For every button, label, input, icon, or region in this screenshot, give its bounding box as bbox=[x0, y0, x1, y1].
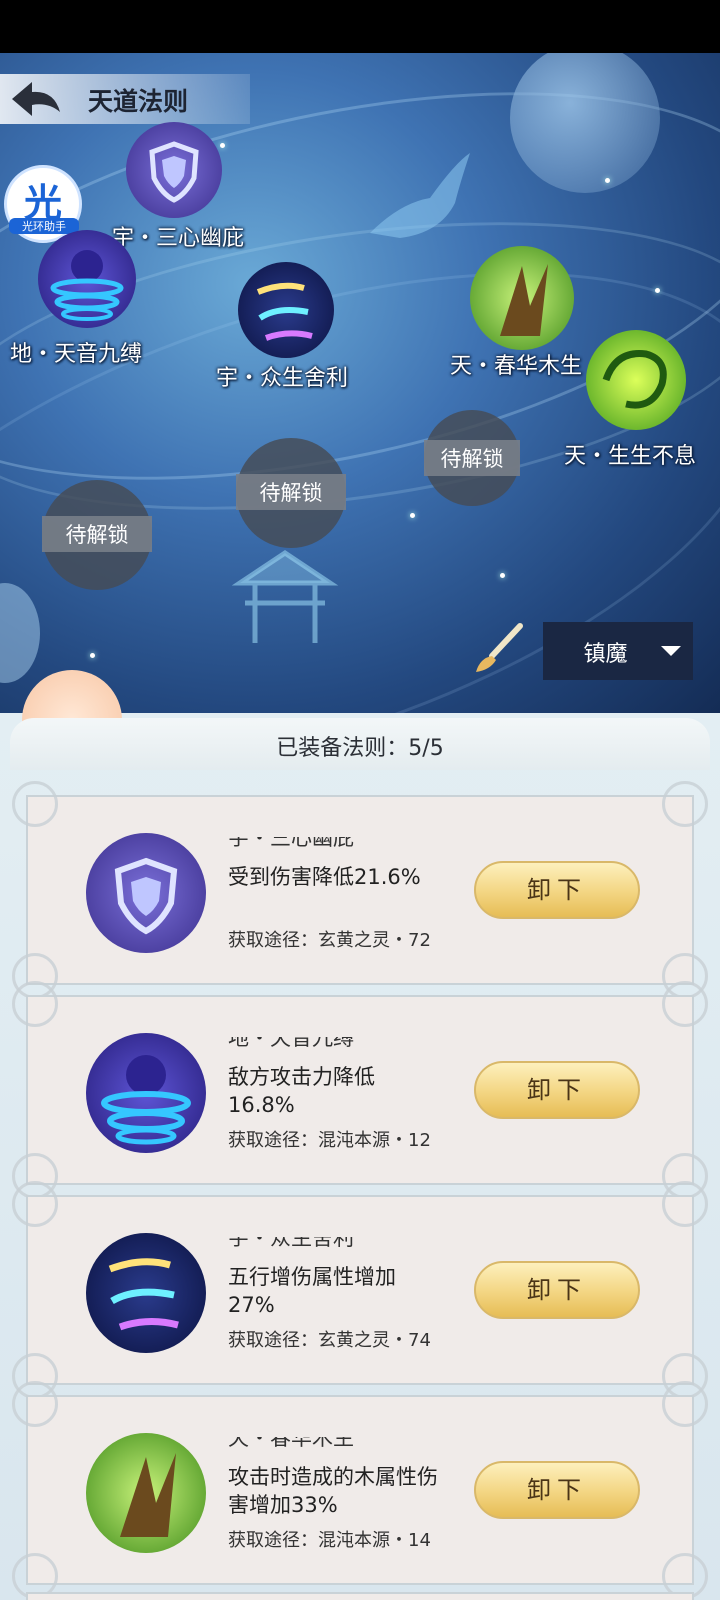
node-label: 天・春华木生 bbox=[450, 354, 583, 379]
status-bar bbox=[0, 0, 720, 53]
law-source: 获取途径：混沌本源・14 bbox=[228, 1530, 431, 1551]
node-shengsheng-buxi[interactable] bbox=[586, 330, 686, 430]
node-sanxin-youbi[interactable] bbox=[126, 122, 222, 218]
locked-node[interactable]: 待解锁 bbox=[236, 438, 346, 548]
node-zhongsheng-sheli[interactable] bbox=[238, 262, 334, 358]
node-chunhua-musheng[interactable] bbox=[470, 246, 574, 350]
locked-node[interactable]: 待解锁 bbox=[424, 410, 520, 506]
whale-silhouette-icon bbox=[370, 153, 470, 238]
comet-orb-icon bbox=[86, 1233, 206, 1353]
equipped-count: 已装备法则：5/5 bbox=[276, 736, 444, 761]
law-card: 地・天音九缚 敌方攻击力降低16.8% 获取途径：混沌本源・12 卸下 bbox=[12, 981, 708, 1199]
back-arrow-icon bbox=[12, 82, 60, 116]
law-description: 敌方攻击力降低16.8% bbox=[228, 1065, 375, 1117]
filter-selected-value: 镇魔 bbox=[583, 642, 628, 667]
locked-label: 待解锁 bbox=[42, 516, 152, 552]
brush-icon bbox=[476, 623, 523, 672]
shield-icon bbox=[149, 141, 199, 203]
law-source: 获取途径：玄黄之灵・74 bbox=[228, 1330, 431, 1351]
spirit-vortex-icon bbox=[50, 250, 124, 321]
node-label: 地・天音九缚 bbox=[10, 342, 143, 367]
locked-label: 待解锁 bbox=[236, 474, 346, 510]
shield-icon bbox=[86, 833, 206, 953]
green-vine-icon bbox=[602, 350, 667, 409]
pavilion-silhouette-icon bbox=[231, 549, 339, 643]
law-description: 受到伤害降低21.6% bbox=[228, 865, 421, 889]
law-description: 五行增伤属性增加27% bbox=[228, 1265, 396, 1317]
law-source: 获取途径：混沌本源・12 bbox=[228, 1130, 431, 1151]
page-title: 天道法则 bbox=[88, 87, 189, 116]
node-tianyin-jiufu[interactable] bbox=[38, 230, 136, 328]
law-card-partial bbox=[26, 1592, 694, 1600]
back-button[interactable] bbox=[8, 78, 64, 120]
law-card: 天・春华木生 攻击时造成的木属性伤害增加33% 获取途径：混沌本源・14 卸下 bbox=[12, 1381, 708, 1599]
law-name: 宇・三心幽庇 bbox=[228, 837, 354, 850]
law-description: 攻击时造成的木属性伤害增加33% bbox=[228, 1465, 438, 1517]
law-card: 宇・众生舍利 五行增伤属性增加27% 获取途径：玄黄之灵・74 卸下 bbox=[12, 1181, 708, 1399]
law-source: 获取途径：玄黄之灵・72 bbox=[228, 930, 431, 951]
node-label: 天・生生不息 bbox=[564, 444, 697, 469]
wood-spike-icon bbox=[86, 1433, 206, 1553]
unequip-button[interactable]: 卸下 bbox=[474, 1061, 640, 1119]
filter-dropdown[interactable]: 镇魔 bbox=[543, 622, 693, 680]
unequip-button[interactable]: 卸下 bbox=[474, 1261, 640, 1319]
law-name: 天・春华木生 bbox=[228, 1437, 354, 1450]
unequip-button[interactable]: 卸下 bbox=[474, 861, 640, 919]
unequip-button[interactable]: 卸下 bbox=[474, 1461, 640, 1519]
comet-orb-icon bbox=[256, 282, 313, 341]
locked-node[interactable]: 待解锁 bbox=[42, 480, 152, 590]
wood-spike-icon bbox=[500, 264, 548, 336]
node-label: 宇・众生舍利 bbox=[216, 366, 349, 391]
spirit-vortex-icon bbox=[86, 1033, 206, 1153]
locked-label: 待解锁 bbox=[424, 440, 520, 476]
brush-button[interactable] bbox=[470, 622, 524, 676]
law-card: 宇・三心幽庇 受到伤害降低21.6% 获取途径：玄黄之灵・72 卸下 bbox=[12, 781, 708, 999]
law-name: 宇・众生舍利 bbox=[228, 1237, 354, 1250]
law-name: 地・天音九缚 bbox=[228, 1037, 354, 1050]
chevron-down-icon bbox=[661, 646, 681, 656]
